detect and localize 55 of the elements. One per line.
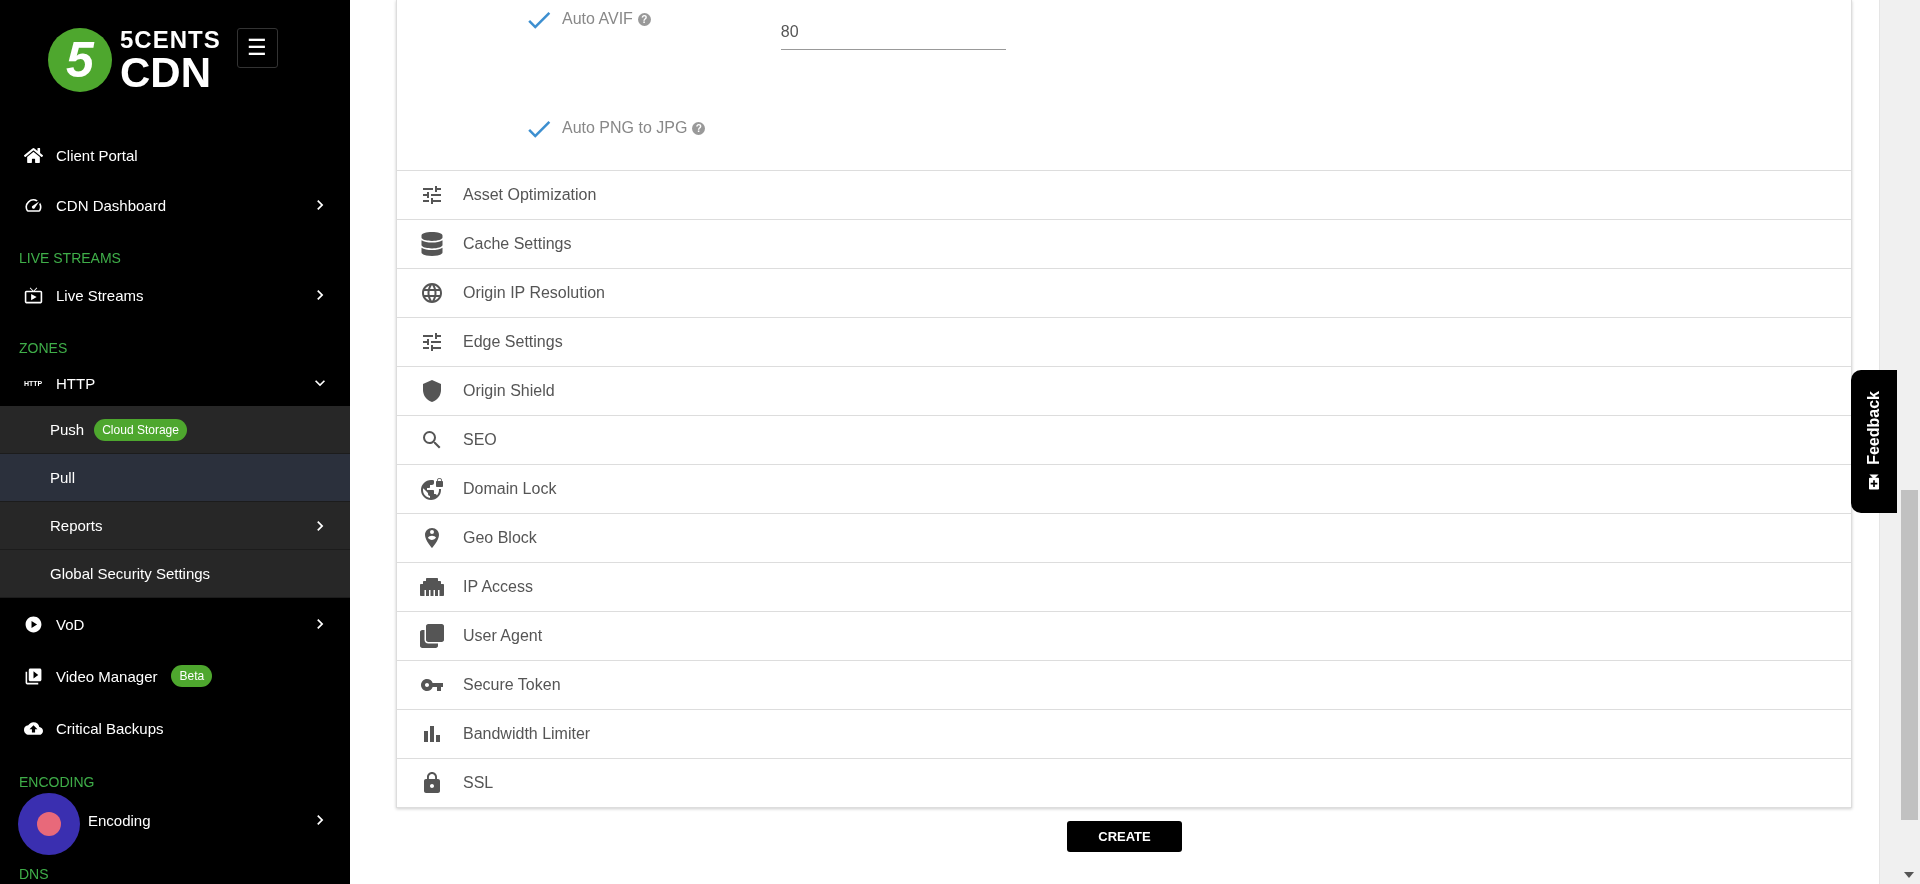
accordion-row[interactable]: Geo Block: [397, 513, 1851, 562]
section-title: SEO: [463, 431, 497, 449]
section-title: Secure Token: [463, 676, 561, 694]
section-heading: ENCODING: [19, 774, 95, 790]
ethernet-port-icon: [419, 575, 445, 599]
accordion-row[interactable]: SEO: [397, 415, 1851, 464]
logo-text: CDN: [120, 52, 212, 94]
section-title: Geo Block: [463, 529, 537, 547]
section-title: User Agent: [463, 627, 543, 645]
section-title: Origin Shield: [463, 382, 555, 400]
section-title: Cache Settings: [463, 235, 572, 253]
accordion-row[interactable]: Edge Settings: [397, 317, 1851, 366]
accordion-row[interactable]: Origin IP Resolution: [397, 268, 1851, 317]
logo-text: 5CENTS: [120, 28, 221, 52]
accordion-row[interactable]: Origin Shield: [397, 366, 1851, 415]
section-title: Origin IP Resolution: [463, 284, 605, 302]
create-button[interactable]: CREATE: [1067, 821, 1182, 852]
accordion-row[interactable]: Asset Optimization: [397, 170, 1851, 219]
accordion-row[interactable]: SSL: [397, 758, 1851, 807]
option-label: Auto AVIF: [562, 10, 633, 28]
submenu-item[interactable]: Push Cloud Storage: [0, 406, 350, 454]
section-heading: ZONES: [19, 340, 68, 356]
tag: Cloud Storage: [94, 418, 187, 441]
section-heading: DNS: [19, 866, 49, 882]
option-label: Auto PNG to JPG: [562, 119, 688, 137]
submenu-item[interactable]: Pull: [0, 454, 350, 502]
globe-lock-icon: [419, 477, 445, 501]
scroll-down-icon[interactable]: [1904, 872, 1914, 878]
submenu-item[interactable]: Global Security Settings: [0, 550, 350, 598]
scrollbar[interactable]: [1879, 0, 1920, 884]
house-icon: [24, 145, 46, 165]
stacked-squares-icon: [419, 624, 445, 648]
quality-field[interactable]: 80: [780, 4, 1006, 50]
beta-badge: Beta: [171, 665, 213, 687]
section-title: Edge Settings: [463, 333, 563, 351]
section-heading: LIVE STREAMS: [19, 250, 121, 266]
section-title: Bandwidth Limiter: [463, 725, 591, 743]
submenu-item[interactable]: Reports: [0, 502, 350, 550]
menu-button[interactable]: ☰: [236, 28, 278, 68]
accordion-row[interactable]: Cache Settings: [397, 219, 1851, 268]
accordion-row[interactable]: Bandwidth Limiter: [397, 709, 1851, 758]
logo-mark: 5: [48, 28, 112, 92]
section-title: IP Access: [463, 578, 533, 596]
accordion-row[interactable]: User Agent: [397, 611, 1851, 660]
record-dot-icon: [37, 812, 61, 836]
section-title: Domain Lock: [463, 480, 557, 498]
accordion-row[interactable]: Domain Lock: [397, 464, 1851, 513]
accordion-row[interactable]: Secure Token: [397, 660, 1851, 709]
scrollbar-thumb[interactable]: [1901, 490, 1918, 820]
section-title: SSL: [463, 774, 494, 792]
accordion-row[interactable]: IP Access: [397, 562, 1851, 611]
section-title: Asset Optimization: [463, 186, 597, 204]
globe-icon: [419, 281, 445, 305]
feedback-tab[interactable]: Feedback: [1851, 370, 1897, 513]
database-icon: [419, 232, 445, 256]
